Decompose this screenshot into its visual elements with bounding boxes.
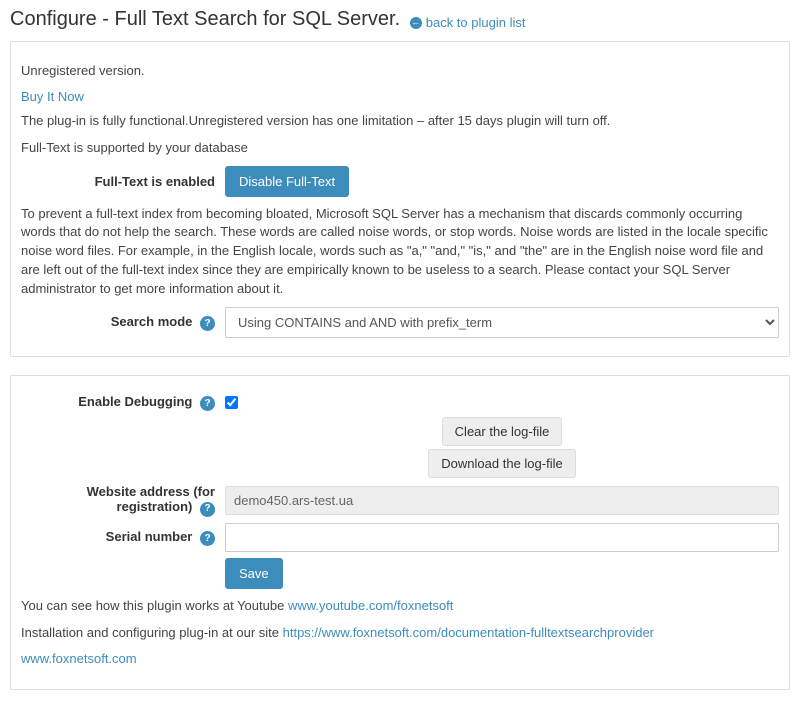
disable-fulltext-button[interactable]: Disable Full-Text <box>225 166 349 197</box>
help-icon[interactable]: ? <box>200 316 215 331</box>
help-icon[interactable]: ? <box>200 502 215 517</box>
website-address-value: demo450.ars-test.ua <box>225 486 779 515</box>
website-address-label: Website address (for registration) <box>87 484 215 514</box>
install-text: Installation and configuring plug-in at … <box>21 625 283 640</box>
back-link-label: back to plugin list <box>426 15 526 30</box>
fulltext-enabled-label: Full-Text is enabled <box>21 174 225 189</box>
foxnetsoft-site-link[interactable]: www.foxnetsoft.com <box>21 651 137 666</box>
site-line: www.foxnetsoft.com <box>21 650 779 669</box>
help-icon[interactable]: ? <box>200 531 215 546</box>
limitation-text: The plug-in is fully functional.Unregist… <box>21 112 779 131</box>
back-arrow-icon: ← <box>410 17 422 29</box>
clear-log-button[interactable]: Clear the log-file <box>442 417 563 446</box>
youtube-line: You can see how this plugin works at You… <box>21 597 779 616</box>
save-button[interactable]: Save <box>225 558 283 589</box>
enable-debugging-label: Enable Debugging <box>78 394 192 409</box>
youtube-text: You can see how this plugin works at You… <box>21 598 288 613</box>
search-mode-label: Search mode <box>111 314 193 329</box>
page-title: Configure - Full Text Search for SQL Ser… <box>10 8 790 31</box>
download-log-button[interactable]: Download the log-file <box>428 449 575 478</box>
youtube-link[interactable]: www.youtube.com/foxnetsoft <box>288 598 453 613</box>
serial-number-input[interactable] <box>225 523 779 552</box>
install-line: Installation and configuring plug-in at … <box>21 624 779 643</box>
page-title-text: Configure - Full Text Search for SQL Ser… <box>10 8 400 30</box>
back-to-plugin-list-link[interactable]: ← back to plugin list <box>410 15 526 30</box>
unregistered-text: Unregistered version. <box>21 62 779 81</box>
enable-debugging-checkbox[interactable] <box>225 396 238 409</box>
config-panel-debug: Enable Debugging ? Clear the log-file Do… <box>10 375 790 691</box>
help-icon[interactable]: ? <box>200 396 215 411</box>
supported-text: Full-Text is supported by your database <box>21 139 779 158</box>
serial-number-label: Serial number <box>106 529 193 544</box>
config-panel-main: Unregistered version. Buy It Now The plu… <box>10 41 790 357</box>
search-mode-select[interactable]: Using CONTAINS and AND with prefix_term <box>225 307 779 338</box>
buy-it-now-link[interactable]: Buy It Now <box>21 89 84 104</box>
noise-words-text: To prevent a full-text index from becomi… <box>21 205 779 299</box>
install-doc-link[interactable]: https://www.foxnetsoft.com/documentation… <box>283 625 654 640</box>
